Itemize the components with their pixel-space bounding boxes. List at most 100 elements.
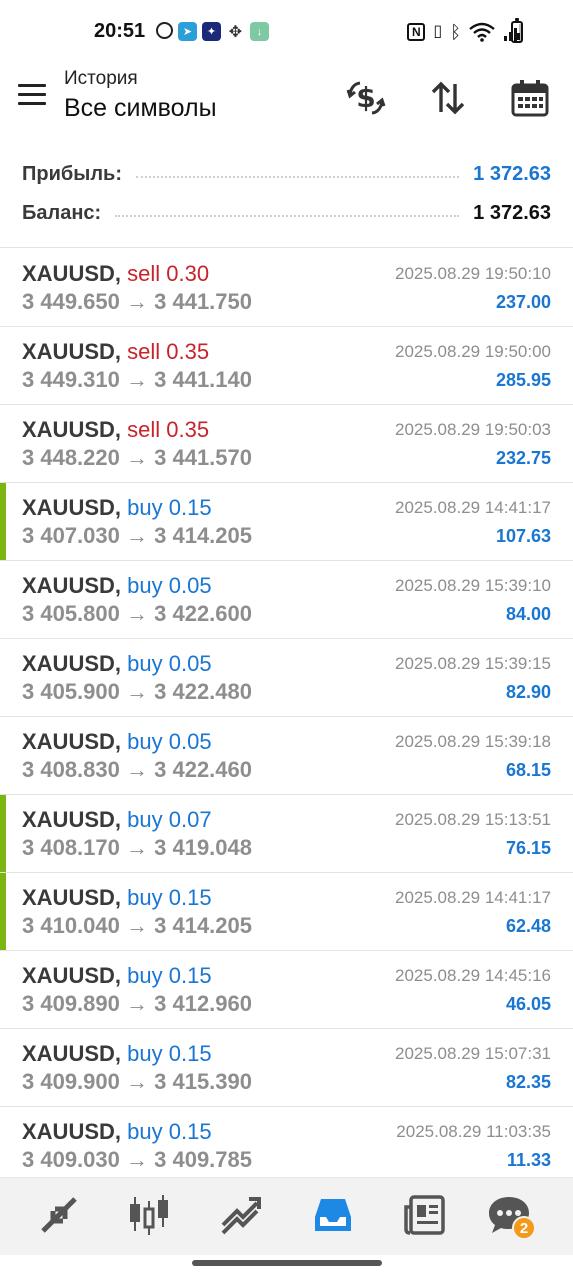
deal-row[interactable]: XAUUSD, buy 0.15 3 409.890 → 3 412.960 2… — [0, 951, 573, 1029]
deal-row[interactable]: XAUUSD, sell 0.35 3 449.310 → 3 441.140 … — [0, 327, 573, 405]
position-marker — [0, 795, 6, 872]
deal-symbol: XAUUSD, — [22, 1119, 122, 1144]
deal-symbol: XAUUSD, — [22, 963, 122, 988]
home-indicator[interactable] — [192, 1260, 382, 1266]
deal-time: 2025.08.29 19:50:03 — [395, 420, 551, 439]
deal-close-price: 3 419.048 — [154, 835, 252, 860]
deal-title: XAUUSD, buy 0.15 — [22, 495, 212, 521]
deal-open-price: 3 405.900 — [22, 679, 120, 704]
deals-list: XAUUSD, sell 0.30 3 449.650 → 3 441.750 … — [0, 249, 573, 1185]
deal-row[interactable]: XAUUSD, buy 0.15 3 410.040 → 3 414.205 2… — [0, 873, 573, 951]
arrow-right-icon: → — [126, 289, 148, 314]
deal-symbol: XAUUSD, — [22, 495, 122, 520]
profit-value: 1 372.63 — [473, 162, 551, 185]
deal-time: 2025.08.29 15:39:18 — [395, 732, 551, 751]
deal-symbol: XAUUSD, — [22, 417, 122, 442]
deal-row[interactable]: XAUUSD, buy 0.05 3 405.800 → 3 422.600 2… — [0, 561, 573, 639]
deal-row[interactable]: XAUUSD, buy 0.15 3 409.900 → 3 415.390 2… — [0, 1029, 573, 1107]
deal-open-price: 3 410.040 — [22, 913, 120, 938]
stars-app-icon: ✦ — [202, 22, 221, 41]
balance-label: Баланс: — [22, 201, 102, 224]
deal-row[interactable]: XAUUSD, buy 0.05 3 405.900 → 3 422.480 2… — [0, 639, 573, 717]
deal-row[interactable]: XAUUSD, buy 0.07 3 408.170 → 3 419.048 2… — [0, 795, 573, 873]
menu-icon[interactable] — [18, 84, 46, 106]
currency-exchange-icon[interactable]: $ — [346, 78, 386, 118]
position-marker — [0, 873, 6, 950]
deal-symbol: XAUUSD, — [22, 573, 122, 598]
deal-row[interactable]: XAUUSD, buy 0.15 3 407.030 → 3 414.205 2… — [0, 483, 573, 561]
deal-volume: 0.05 — [168, 729, 212, 754]
sort-icon[interactable] — [428, 78, 468, 118]
deal-profit: 68.15 — [505, 760, 551, 780]
deal-prices: 3 409.030 → 3 409.785 — [22, 1147, 252, 1173]
deal-open-price: 3 408.170 — [22, 835, 120, 860]
deal-close-price: 3 422.480 — [154, 679, 252, 704]
deal-row[interactable]: XAUUSD, sell 0.35 3 448.220 → 3 441.570 … — [0, 405, 573, 483]
deal-close-price: 3 441.140 — [154, 367, 252, 392]
trade-icon[interactable] — [218, 1192, 264, 1238]
quotes-icon[interactable] — [36, 1192, 82, 1238]
deal-volume: 0.15 — [168, 1041, 212, 1066]
deal-row[interactable]: XAUUSD, buy 0.15 3 409.030 → 3 409.785 2… — [0, 1107, 573, 1185]
deal-title: XAUUSD, buy 0.05 — [22, 651, 212, 677]
chat-badge: 2 — [512, 1216, 536, 1240]
deal-title: XAUUSD, sell 0.35 — [22, 417, 209, 443]
deal-time: 2025.08.29 15:39:10 — [395, 576, 551, 595]
header-subtitle: История — [64, 68, 138, 89]
deal-side: buy — [127, 729, 163, 754]
deal-open-price: 3 449.310 — [22, 367, 120, 392]
deal-time: 2025.08.29 19:50:10 — [395, 264, 551, 283]
deal-volume: 0.30 — [166, 261, 210, 286]
deal-volume: 0.05 — [168, 573, 212, 598]
deal-close-price: 3 414.205 — [154, 913, 252, 938]
deal-side: buy — [127, 573, 163, 598]
deal-prices: 3 408.170 → 3 419.048 — [22, 835, 252, 861]
vibrate-icon: ▯ — [433, 23, 443, 40]
alarm-icon — [156, 22, 173, 39]
arrow-right-icon: → — [126, 367, 148, 392]
balance-value: 1 372.63 — [473, 201, 551, 224]
deal-time: 2025.08.29 14:41:17 — [395, 498, 551, 517]
deal-close-price: 3 441.750 — [154, 289, 252, 314]
notification-icons: ➤ ✦ ✥ ↓ — [156, 22, 269, 41]
deal-side: buy — [127, 651, 163, 676]
deal-title: XAUUSD, sell 0.30 — [22, 261, 209, 287]
deal-volume: 0.07 — [168, 807, 212, 832]
arrow-right-icon: → — [126, 835, 148, 860]
deal-volume: 0.35 — [166, 339, 210, 364]
deal-volume: 0.15 — [168, 885, 212, 910]
deal-profit: 285.95 — [495, 370, 551, 390]
deal-side: sell — [127, 339, 161, 364]
chat-icon[interactable]: 2 — [486, 1192, 536, 1240]
position-marker — [0, 483, 6, 560]
divider — [135, 176, 460, 178]
deal-row[interactable]: XAUUSD, buy 0.05 3 408.830 → 3 422.460 2… — [0, 717, 573, 795]
deal-profit: 107.63 — [495, 526, 551, 546]
header-title[interactable]: Все символы — [64, 94, 217, 123]
deal-prices: 3 448.220 → 3 441.570 — [22, 445, 252, 471]
news-icon[interactable] — [402, 1192, 448, 1238]
deal-prices: 3 405.800 → 3 422.600 — [22, 601, 252, 627]
deal-prices: 3 409.890 → 3 412.960 — [22, 991, 252, 1017]
deal-profit: 237.00 — [495, 292, 551, 312]
deal-symbol: XAUUSD, — [22, 885, 122, 910]
deal-side: sell — [127, 261, 161, 286]
deal-title: XAUUSD, buy 0.15 — [22, 1041, 212, 1067]
arrow-right-icon: → — [126, 757, 148, 782]
history-icon[interactable] — [310, 1192, 356, 1238]
summary-panel: Прибыль: 1 372.63 Баланс: 1 372.63 — [0, 150, 573, 248]
deal-row[interactable]: XAUUSD, sell 0.30 3 449.650 → 3 441.750 … — [0, 249, 573, 327]
download-icon: ↓ — [250, 22, 269, 41]
deal-open-price: 3 408.830 — [22, 757, 120, 782]
deal-side: buy — [127, 1119, 163, 1144]
deal-profit: 82.90 — [505, 682, 551, 702]
deal-close-price: 3 415.390 — [154, 1069, 252, 1094]
deal-prices: 3 449.650 → 3 441.750 — [22, 289, 252, 315]
deal-time: 2025.08.29 15:13:51 — [395, 810, 551, 829]
chart-icon[interactable] — [126, 1192, 172, 1238]
calendar-icon[interactable] — [510, 78, 550, 118]
deal-prices: 3 408.830 → 3 422.460 — [22, 757, 252, 783]
deal-open-price: 3 449.650 — [22, 289, 120, 314]
deal-volume: 0.05 — [168, 651, 212, 676]
deal-symbol: XAUUSD, — [22, 807, 122, 832]
